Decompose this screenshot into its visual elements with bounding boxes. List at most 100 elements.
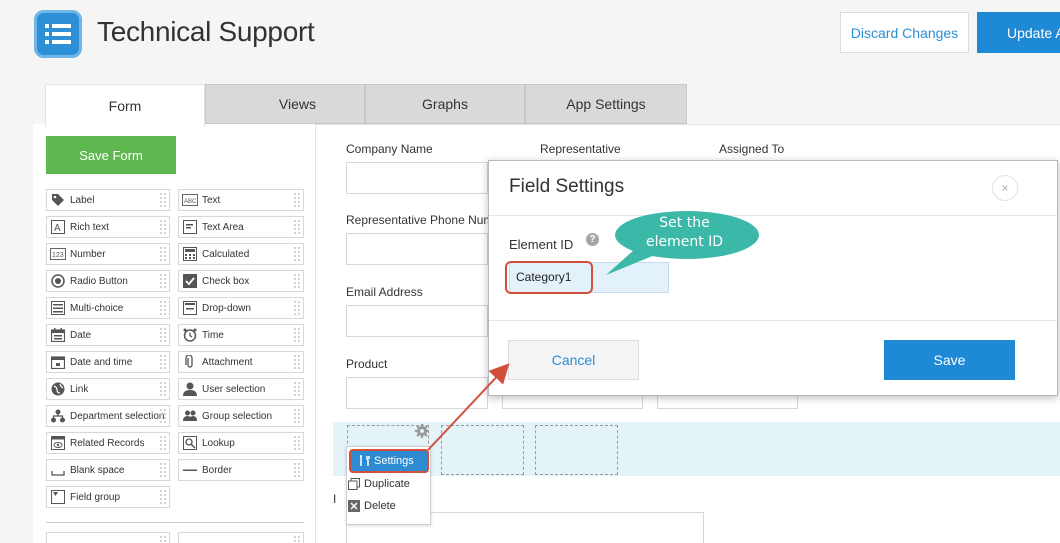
text-area-icon: [182, 219, 198, 235]
tab-form[interactable]: Form: [45, 84, 205, 126]
app-list-icon: [34, 10, 82, 58]
drag-handle[interactable]: [159, 381, 167, 397]
company-name-field[interactable]: [346, 162, 488, 194]
duplicate-icon: [348, 478, 360, 490]
drag-handle[interactable]: [293, 381, 301, 397]
drag-handle[interactable]: [293, 192, 301, 208]
drag-handle[interactable]: [293, 462, 301, 478]
drag-handle[interactable]: [159, 435, 167, 451]
palette-check-box[interactable]: Check box: [178, 270, 304, 292]
drag-handle[interactable]: [293, 535, 301, 543]
placeholder-field-3[interactable]: [535, 425, 618, 475]
palette-calculated-text: Calculated: [202, 248, 250, 260]
settings-menu-item[interactable]: Settings: [349, 449, 429, 473]
related-records-icon: [50, 435, 66, 451]
palette-radio-button[interactable]: Radio Button: [46, 270, 170, 292]
drag-handle[interactable]: [159, 300, 167, 316]
drag-handle[interactable]: [159, 219, 167, 235]
callout-line-2: element ID: [645, 234, 724, 250]
palette-number[interactable]: 123 Number: [46, 243, 170, 265]
placeholder-field-2[interactable]: [441, 425, 524, 475]
drag-handle[interactable]: [159, 192, 167, 208]
palette-attachment[interactable]: Attachment: [178, 351, 304, 373]
palette-text-area-text: Text Area: [202, 221, 244, 233]
palette-border[interactable]: Border: [178, 459, 304, 481]
palette-text-area[interactable]: Text Area: [178, 216, 304, 238]
assigned-to-label: Assigned To: [719, 142, 785, 156]
palette-calculated[interactable]: Calculated: [178, 243, 304, 265]
drag-handle[interactable]: [293, 408, 301, 424]
palette-item-partial[interactable]: [46, 532, 170, 543]
palette-time[interactable]: Time: [178, 324, 304, 346]
gear-icon[interactable]: [414, 423, 430, 444]
save-button[interactable]: Save: [884, 340, 1015, 380]
element-id-label: Element ID: [509, 237, 574, 252]
palette-date-and-time[interactable]: Date and time: [46, 351, 170, 373]
svg-text:ABC: ABC: [184, 199, 197, 205]
palette-attachment-text: Attachment: [202, 356, 253, 368]
palette-blank-space[interactable]: Blank space: [46, 459, 170, 481]
drag-handle[interactable]: [159, 489, 167, 505]
palette-drop-down-text: Drop-down: [202, 302, 251, 314]
palette-blank-space-text: Blank space: [70, 464, 125, 476]
duplicate-menu-item[interactable]: Duplicate: [348, 478, 410, 490]
palette-link[interactable]: Link: [46, 378, 170, 400]
palette-border-text: Border: [202, 464, 233, 476]
palette-drop-down[interactable]: Drop-down: [178, 297, 304, 319]
palette-divider: [46, 522, 304, 523]
palette-related-records[interactable]: Related Records: [46, 432, 170, 454]
palette-label-text: Label: [70, 194, 95, 206]
palette-check-box-text: Check box: [202, 275, 250, 287]
drag-handle[interactable]: [159, 354, 167, 370]
app-title: Technical Support: [97, 16, 315, 47]
tab-views[interactable]: Views: [205, 84, 365, 124]
palette-number-text: Number: [70, 248, 106, 260]
delete-menu-item[interactable]: Delete: [348, 500, 396, 512]
palette-label[interactable]: Label: [46, 189, 170, 211]
radio-icon: [50, 273, 66, 289]
dropdown-icon: [182, 300, 198, 316]
palette-field-group-text: Field group: [70, 491, 121, 503]
drag-handle[interactable]: [293, 327, 301, 343]
drag-handle[interactable]: [159, 327, 167, 343]
drag-handle[interactable]: [293, 246, 301, 262]
tab-app-settings[interactable]: App Settings: [525, 84, 687, 124]
cancel-button[interactable]: Cancel: [508, 340, 639, 380]
palette-rich-text[interactable]: A Rich text: [46, 216, 170, 238]
drag-handle[interactable]: [159, 408, 167, 424]
palette-item-partial[interactable]: [178, 532, 304, 543]
email-field[interactable]: [346, 305, 488, 337]
help-icon[interactable]: ?: [586, 233, 599, 246]
palette-user-selection[interactable]: User selection: [178, 378, 304, 400]
close-icon[interactable]: ×: [992, 175, 1018, 201]
palette-lookup[interactable]: Lookup: [178, 432, 304, 454]
drag-handle[interactable]: [159, 462, 167, 478]
field-group-icon: [50, 489, 66, 505]
palette-date[interactable]: Date: [46, 324, 170, 346]
drag-handle[interactable]: [293, 219, 301, 235]
drag-handle[interactable]: [293, 273, 301, 289]
product-field[interactable]: [346, 377, 488, 409]
palette-department-selection[interactable]: Department selection: [46, 405, 170, 427]
drag-handle[interactable]: [293, 354, 301, 370]
palette-group-selection[interactable]: Group selection: [178, 405, 304, 427]
rep-phone-field[interactable]: [346, 233, 488, 265]
wrench-icon: [360, 455, 370, 466]
duplicate-menu-label: Duplicate: [364, 478, 410, 490]
drag-handle[interactable]: [293, 300, 301, 316]
drag-handle[interactable]: [159, 246, 167, 262]
group-icon: [182, 408, 198, 424]
rich-text-icon: A: [50, 219, 66, 235]
tab-graphs[interactable]: Graphs: [365, 84, 525, 124]
palette-field-group[interactable]: Field group: [46, 486, 170, 508]
drag-handle[interactable]: [159, 535, 167, 543]
save-form-button[interactable]: Save Form: [46, 136, 176, 174]
update-app-button[interactable]: Update A: [977, 12, 1060, 53]
drag-handle[interactable]: [293, 435, 301, 451]
palette-text[interactable]: ABC Text: [178, 189, 304, 211]
palette-multi-choice[interactable]: Multi-choice: [46, 297, 170, 319]
palette-date-text: Date: [70, 329, 92, 341]
palette-user-selection-text: User selection: [202, 383, 266, 395]
discard-changes-button[interactable]: Discard Changes: [840, 12, 969, 53]
drag-handle[interactable]: [159, 273, 167, 289]
